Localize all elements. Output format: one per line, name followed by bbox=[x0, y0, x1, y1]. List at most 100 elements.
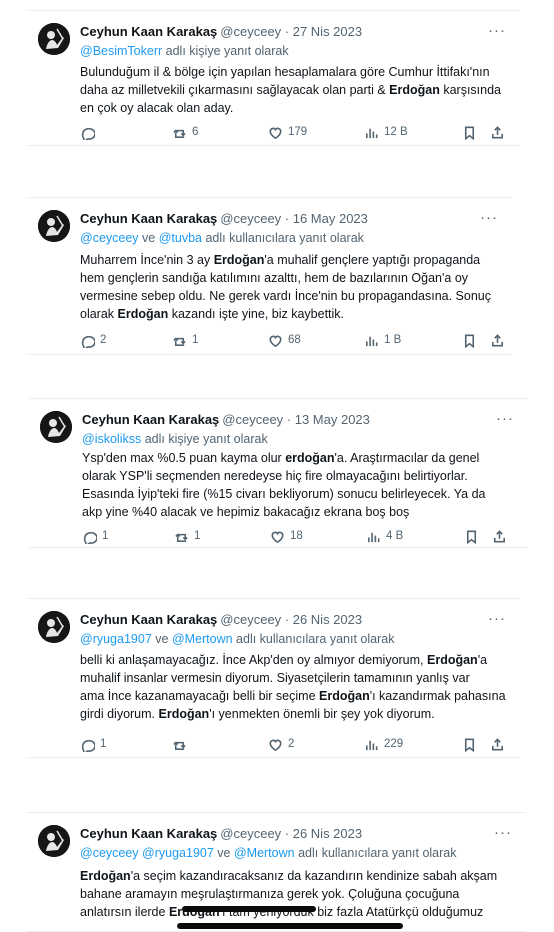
bookmark-button[interactable] bbox=[462, 123, 477, 141]
tweet-text-segment: 'ı kazandırmak pahasına bbox=[369, 689, 506, 703]
retweet-icon[interactable] bbox=[172, 333, 187, 348]
share-icon[interactable] bbox=[490, 125, 505, 140]
reply-icon[interactable] bbox=[80, 737, 95, 752]
retweet-button[interactable]: 1 bbox=[172, 331, 198, 349]
more-icon[interactable]: ··· bbox=[488, 610, 506, 627]
more-icon[interactable]: ··· bbox=[494, 824, 512, 841]
tweet-card[interactable]: Ceyhun Kaan Karakaş @ceyceey · 26 Nis 202… bbox=[26, 812, 526, 932]
tweet-text: Muharrem İnce'nin 3 ay Erdoğan'a muhalif… bbox=[80, 251, 498, 323]
bookmark-button[interactable] bbox=[462, 735, 477, 753]
reply-joiner: ve bbox=[142, 231, 156, 245]
reply-mention-link[interactable]: @ceyceey bbox=[80, 231, 139, 245]
reply-mention-link[interactable]: @Mertown bbox=[234, 846, 295, 860]
like-button[interactable]: 68 bbox=[268, 331, 301, 349]
reply-suffix: adlı kullanıcılara yanıt olarak bbox=[298, 846, 457, 860]
heart-icon[interactable] bbox=[268, 333, 283, 348]
author-handle-date[interactable]: @ceyceey · 16 May 2023 bbox=[220, 211, 368, 226]
tweet-header: Ceyhun Kaan Karakaş @ceyceey · 26 Nis 202… bbox=[80, 826, 362, 842]
share-button[interactable] bbox=[492, 527, 507, 545]
share-icon[interactable] bbox=[490, 333, 505, 348]
views-button[interactable]: 229 bbox=[364, 735, 403, 753]
avatar[interactable] bbox=[38, 210, 70, 242]
reply-context: @iskolikss adlı kişiye yanıt olarak bbox=[82, 431, 268, 447]
heart-icon[interactable] bbox=[270, 529, 285, 544]
tweet-card[interactable]: Ceyhun Kaan Karakaş @ceyceey · 16 May 202… bbox=[26, 197, 512, 355]
author-name[interactable]: Ceyhun Kaan Karakaş bbox=[80, 211, 217, 226]
author-handle-date[interactable]: @ceyceey · 26 Nis 2023 bbox=[220, 826, 362, 841]
author-handle-date[interactable]: @ceyceey · 13 May 2023 bbox=[222, 412, 370, 427]
more-icon[interactable]: ··· bbox=[488, 22, 506, 39]
like-button[interactable]: 2 bbox=[268, 735, 294, 753]
share-icon[interactable] bbox=[492, 529, 507, 544]
tweet-text-segment: anlatırsın ilerde bbox=[80, 905, 169, 919]
tweet-card[interactable]: Ceyhun Kaan Karakaş @ceyceey · 13 May 202… bbox=[28, 398, 528, 548]
like-count: 18 bbox=[290, 530, 303, 542]
reply-mention-link[interactable]: @iskolikss bbox=[82, 432, 141, 446]
reply-joiner: ve bbox=[217, 846, 231, 860]
retweet-icon[interactable] bbox=[172, 737, 187, 752]
views-button[interactable]: 4 B bbox=[366, 527, 403, 545]
avatar[interactable] bbox=[40, 411, 72, 443]
like-button[interactable]: 179 bbox=[268, 123, 307, 141]
avatar[interactable] bbox=[38, 825, 70, 857]
avatar[interactable] bbox=[38, 23, 70, 55]
tweet-text-segment: akp yine %40 alacak ve hepimiz bakacağız… bbox=[82, 505, 410, 519]
share-button[interactable] bbox=[490, 123, 505, 141]
views-icon[interactable] bbox=[366, 529, 381, 544]
reply-mention-link[interactable]: @ceyceey bbox=[80, 846, 139, 860]
tweet-card[interactable]: Ceyhun Kaan Karakaş @ceyceey · 26 Nis 202… bbox=[26, 598, 520, 758]
reply-icon[interactable] bbox=[82, 529, 97, 544]
reply-icon[interactable] bbox=[80, 125, 95, 140]
reply-mention-link[interactable]: @Mertown bbox=[172, 632, 233, 646]
author-name[interactable]: Ceyhun Kaan Karakaş bbox=[80, 612, 217, 627]
bookmark-icon[interactable] bbox=[462, 737, 477, 752]
tweet-text-bold: Erdoğan bbox=[319, 689, 370, 703]
reply-icon[interactable] bbox=[80, 333, 95, 348]
bookmark-icon[interactable] bbox=[464, 529, 479, 544]
views-icon[interactable] bbox=[364, 737, 379, 752]
more-icon[interactable]: ··· bbox=[496, 410, 514, 427]
like-count: 68 bbox=[288, 334, 301, 346]
retweet-icon[interactable] bbox=[174, 529, 189, 544]
author-name[interactable]: Ceyhun Kaan Karakaş bbox=[80, 24, 217, 39]
retweet-icon[interactable] bbox=[172, 125, 187, 140]
reply-mention-link[interactable]: @tuvba bbox=[159, 231, 202, 245]
heart-icon[interactable] bbox=[268, 737, 283, 752]
bookmark-button[interactable] bbox=[464, 527, 479, 545]
author-handle-date[interactable]: @ceyceey · 27 Nis 2023 bbox=[220, 24, 362, 39]
author-handle-date[interactable]: @ceyceey · 26 Nis 2023 bbox=[220, 612, 362, 627]
tweet-text-segment: belli ki anlaşamayacağız. İnce Akp'den o… bbox=[80, 653, 427, 667]
bookmark-icon[interactable] bbox=[462, 125, 477, 140]
reply-mention-link[interactable]: @BesimTokerr bbox=[80, 44, 162, 58]
retweet-button[interactable]: 1 bbox=[174, 527, 200, 545]
heart-icon[interactable] bbox=[268, 125, 283, 140]
tweet-card[interactable]: Ceyhun Kaan Karakaş @ceyceey · 27 Nis 202… bbox=[26, 10, 520, 146]
reply-mention-link[interactable]: @ryuga1907 bbox=[142, 846, 214, 860]
share-icon[interactable] bbox=[490, 737, 505, 752]
retweet-button[interactable]: 6 bbox=[172, 123, 198, 141]
bookmark-button[interactable] bbox=[462, 331, 477, 349]
tweet-text-segment: 'ı yenmekten önemli bir şey yok diyorum. bbox=[209, 707, 435, 721]
views-icon[interactable] bbox=[364, 333, 379, 348]
retweet-button[interactable] bbox=[172, 735, 192, 753]
avatar[interactable] bbox=[38, 611, 70, 643]
share-button[interactable] bbox=[490, 735, 505, 753]
reply-button[interactable]: 2 bbox=[80, 331, 106, 349]
like-button[interactable]: 18 bbox=[270, 527, 303, 545]
more-icon[interactable]: ··· bbox=[480, 209, 498, 226]
views-button[interactable]: 12 B bbox=[364, 123, 408, 141]
reply-button[interactable]: 1 bbox=[80, 735, 106, 753]
tweet-line: girdi diyorum. Erdoğan'ı yenmekten öneml… bbox=[80, 705, 506, 723]
retweet-count: 1 bbox=[194, 530, 201, 542]
share-button[interactable] bbox=[490, 331, 505, 349]
reply-mention-link[interactable]: @ryuga1907 bbox=[80, 632, 152, 646]
bookmark-icon[interactable] bbox=[462, 333, 477, 348]
reply-button[interactable]: 1 bbox=[82, 527, 108, 545]
retweet-count: 6 bbox=[192, 126, 199, 138]
reply-button[interactable] bbox=[80, 123, 100, 141]
views-icon[interactable] bbox=[364, 125, 379, 140]
author-name[interactable]: Ceyhun Kaan Karakaş bbox=[80, 826, 217, 841]
tweet-header: Ceyhun Kaan Karakaş @ceyceey · 16 May 202… bbox=[80, 211, 368, 227]
views-button[interactable]: 1 B bbox=[364, 331, 401, 349]
author-name[interactable]: Ceyhun Kaan Karakaş bbox=[82, 412, 219, 427]
